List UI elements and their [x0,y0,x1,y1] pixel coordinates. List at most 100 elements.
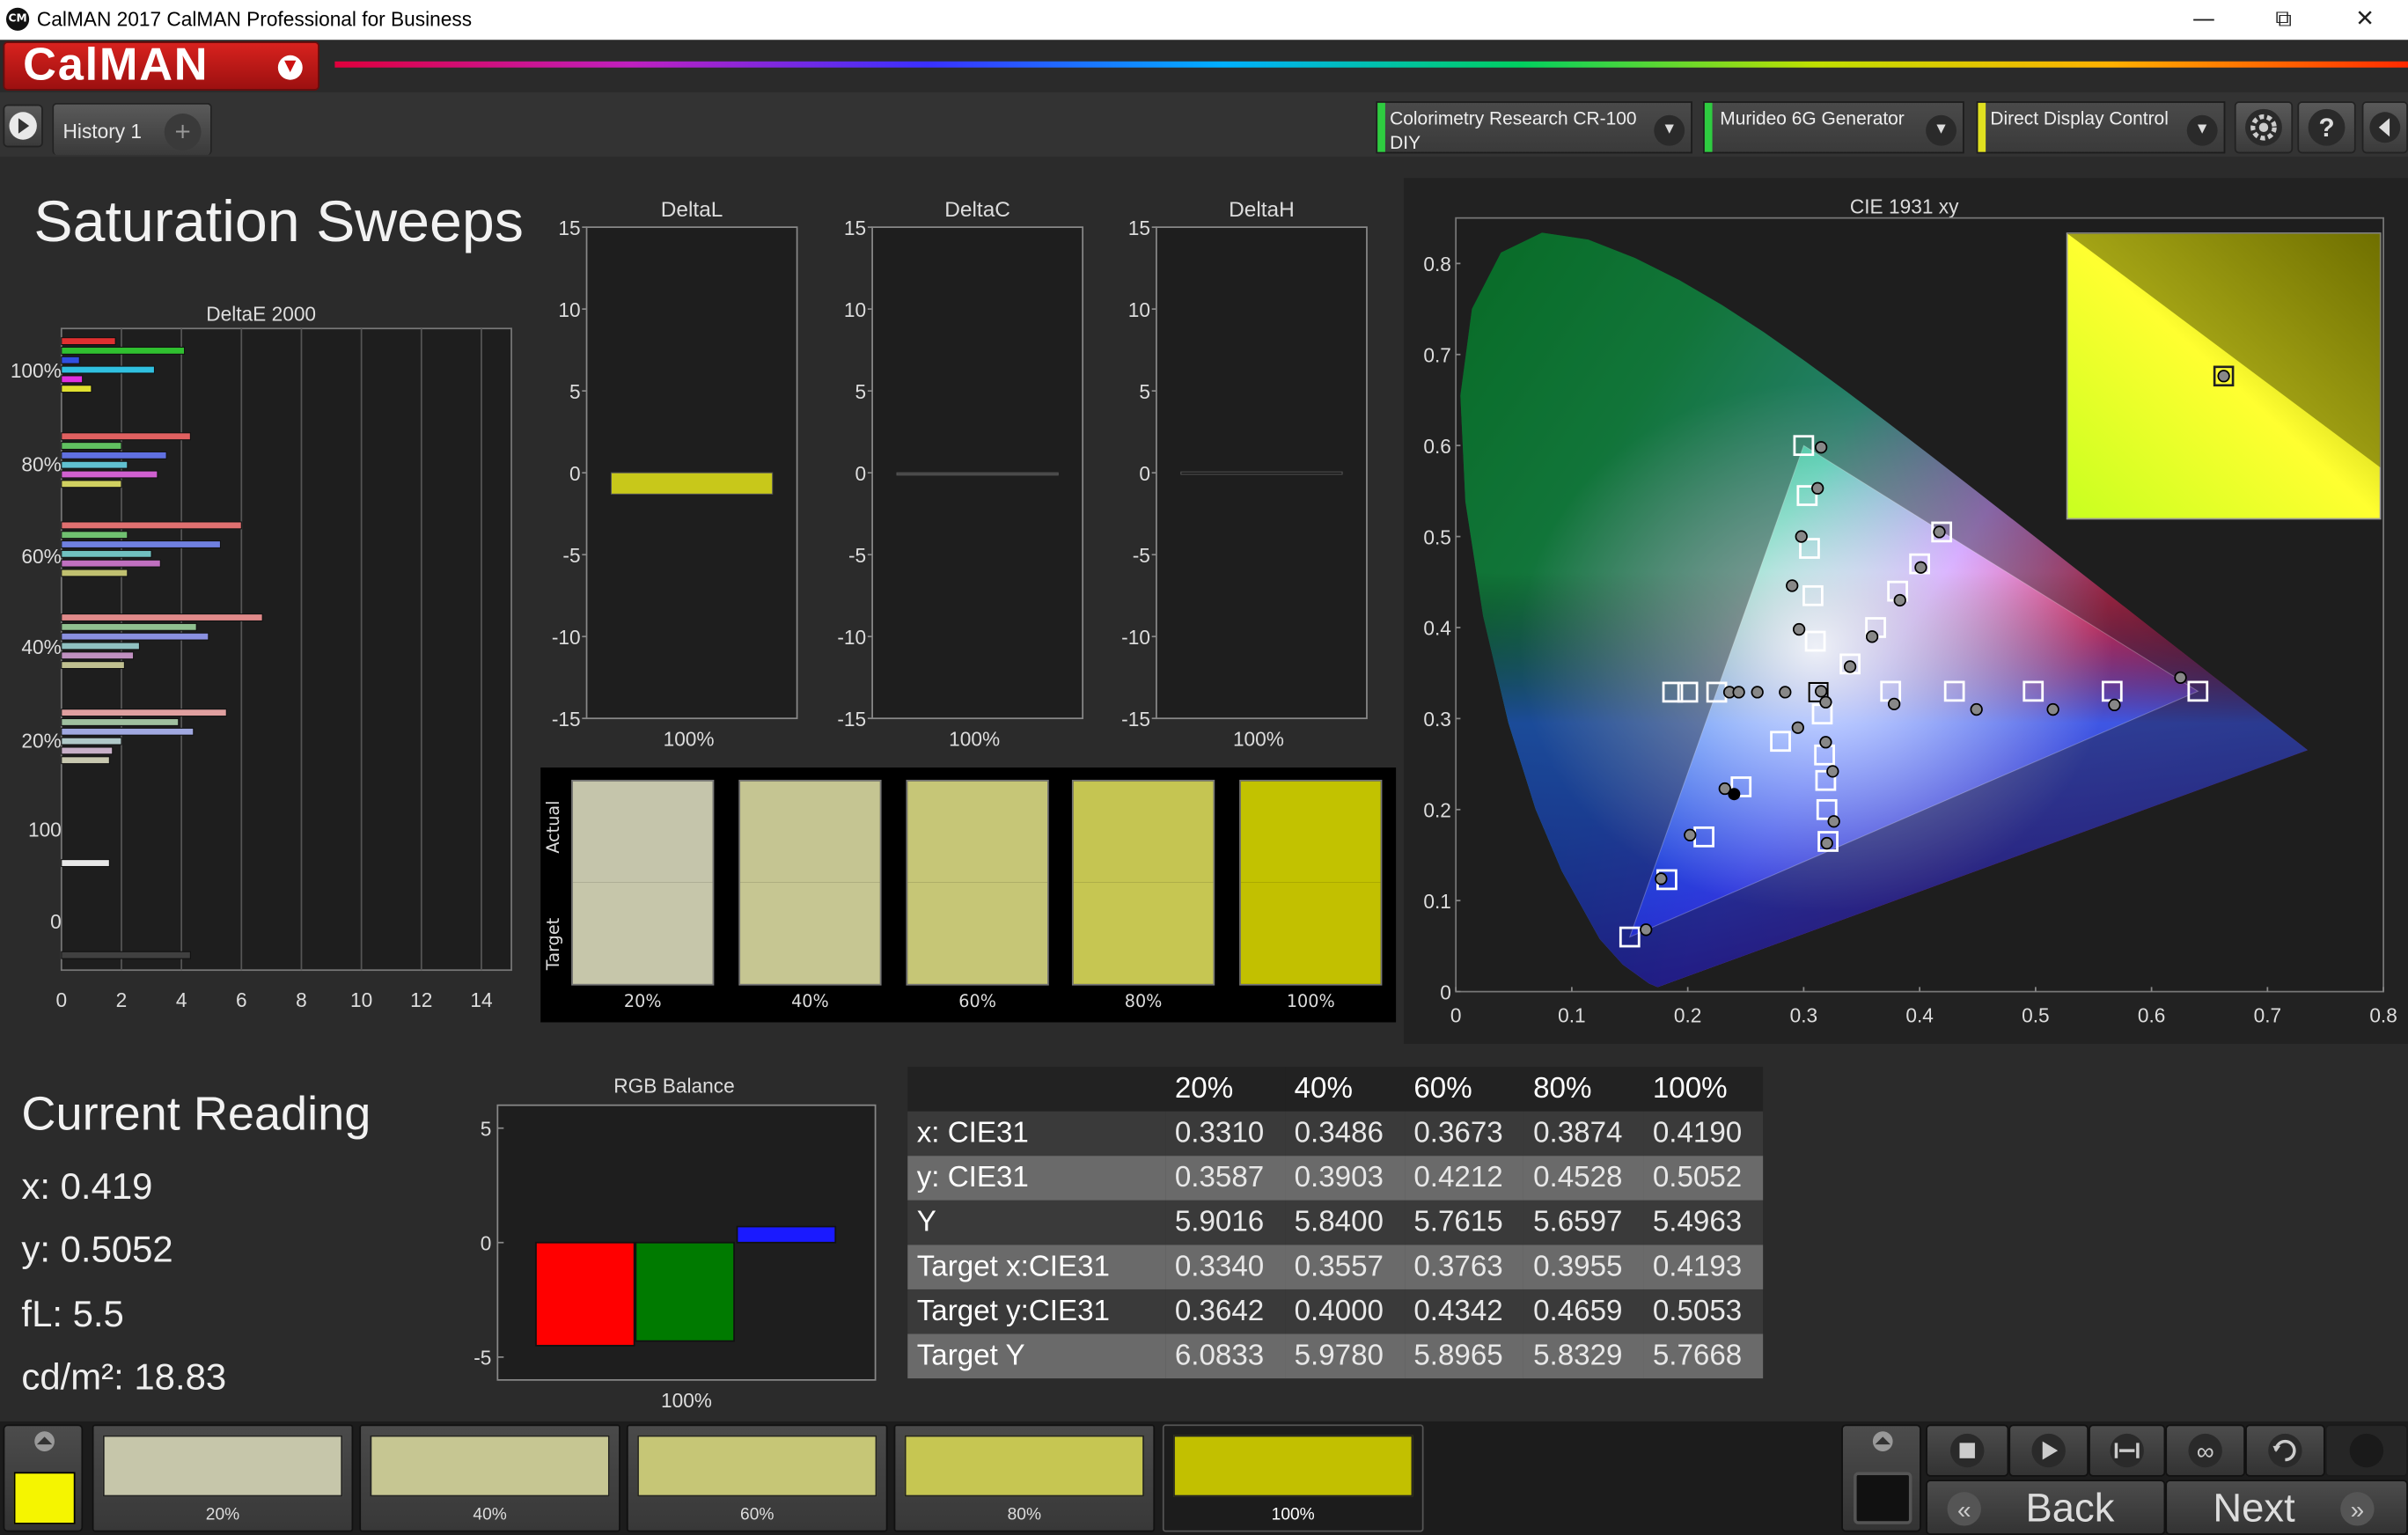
minimize-icon[interactable]: — [2181,4,2227,32]
play-button[interactable] [2008,1424,2089,1477]
actual-swatch [1073,781,1214,883]
deltae-chart: 0 2 4 6 8 10 12 14 100% 80% 60% 40% 20% 100 0 [11,327,512,1011]
deltae-bar [61,746,114,755]
delta-y-tick: 5 [1139,380,1150,403]
table-row: Y 5.9016 5.8400 5.7615 5.6597 5.4963 [907,1200,1764,1245]
record-button[interactable] [2324,1424,2408,1477]
target-swatch [907,882,1048,984]
table-cell: 0.3673 [1404,1111,1524,1157]
range-button[interactable] [2089,1424,2166,1477]
chevron-down-icon: ▼ [1654,114,1685,146]
stop-icon [1950,1433,1985,1468]
window-titlebar: CM CalMAN 2017 CalMAN Professional for B… [0,0,2408,40]
target-label: Target [543,917,564,971]
chevron-down-icon: ▼ [1926,114,1957,146]
table-cell: 0.3903 [1285,1156,1405,1201]
loop-button[interactable]: ∞ [2165,1424,2246,1477]
deltae-y-tick: 100% [11,359,62,382]
deltae-bar [61,632,209,641]
refresh-button[interactable] [2245,1424,2325,1477]
close-icon[interactable]: ✕ [2342,4,2388,32]
tab-history-1[interactable]: History 1 + [52,102,212,156]
delta-category: 100% [949,728,1000,751]
cie-measured-point [1819,736,1832,749]
help-icon: ? [2308,108,2346,146]
delta-y-tick: -10 [837,626,866,649]
table-cell: 0.3310 [1165,1111,1286,1157]
current-swatch-panel[interactable] [3,1424,84,1532]
deltae-x-tick: 2 [116,988,128,1011]
deltae-bar [61,951,191,959]
point-swatch-button[interactable]: 20% [92,1424,354,1532]
chevron-down-icon: ▼ [2186,114,2218,146]
deltae-bar [61,442,122,450]
add-tab-icon[interactable]: + [164,114,202,151]
rgb-bar [736,1225,837,1244]
point-swatch-button[interactable]: 100% [1162,1424,1424,1532]
device-status-indicator [1978,102,1986,152]
table-cell: 0.3642 [1165,1289,1286,1334]
deltae-y-tick: 0 [50,910,62,933]
swatch-compare-label: 20% [623,991,662,1012]
cie-measured-point [1751,686,1764,699]
cie-measured-point [1684,828,1697,841]
table-cell: 0.4000 [1285,1289,1405,1334]
deltae-bar [61,756,110,765]
table-cell: 0.3955 [1523,1245,1644,1289]
restore-icon[interactable]: ⧉ [2260,4,2306,32]
swatch-compare-item [738,779,882,986]
current-reading-title: Current Reading [21,1086,371,1141]
deltae-bar [61,569,128,577]
deltae-bar [61,651,135,660]
table-row-label: Target y:CIE31 [907,1289,1166,1334]
back-label: Back [2025,1484,2115,1531]
point-swatch-button[interactable]: 80% [893,1424,1156,1532]
rgb-category: 100% [661,1389,712,1412]
meter-toggle-panel[interactable] [1841,1424,1921,1532]
swatch-compare-item [1071,779,1215,986]
collapse-panel-button[interactable] [2361,101,2408,154]
play-left-icon [2369,112,2401,143]
delta-y-tick: -5 [562,544,580,567]
svg-text:?: ? [2318,114,2334,143]
double-chevron-left-icon: « [1947,1492,1981,1526]
table-row-label: y: CIE31 [907,1156,1166,1201]
record-icon [2349,1433,2384,1468]
cie-x-tick: 0 [1450,1004,1462,1027]
point-swatch-button[interactable]: 60% [626,1424,888,1532]
point-swatch-color [370,1435,610,1497]
expand-panel-button[interactable] [3,104,43,148]
deltae-x-tick: 8 [296,988,307,1011]
device-colorimeter[interactable]: Colorimetry Research CR-100 DIY ▼ [1376,101,1692,154]
svg-text:«: « [1957,1496,1971,1524]
delta-bar [610,472,774,495]
back-button[interactable]: « Back [1926,1480,2166,1535]
delta-bar [1180,471,1343,475]
stop-button[interactable] [1926,1424,2009,1477]
settings-button[interactable] [2234,101,2294,154]
actual-swatch [740,781,880,883]
actual-label-wrap: Actual [540,792,568,854]
cie-diagram: 0 0.1 0.2 0.3 0.4 0.5 0.6 0.7 0.8 0 0.1 0.2 0.3 0.4 0.… [1423,217,2397,1027]
table-row-label: Y [907,1200,1166,1245]
table-cell: 0.3340 [1165,1245,1286,1289]
infinity-icon: ∞ [2188,1433,2222,1468]
device-generator[interactable]: Murideo 6G Generator ▼ [1703,101,1964,154]
deltae-bar [61,356,80,364]
cie-measured-point [1865,630,1879,643]
table-cell: 0.3486 [1285,1111,1405,1157]
point-swatch-button[interactable]: 40% [359,1424,620,1532]
help-button[interactable]: ? [2297,101,2356,154]
device-display-control[interactable]: Direct Display Control ▼ [1976,101,2226,154]
cie-measured-point [1640,923,1653,936]
next-button[interactable]: Next » [2165,1480,2408,1535]
deltae-bar [61,718,180,726]
table-cell: 0.4528 [1523,1156,1644,1201]
delta-y-tick: 0 [569,462,581,485]
delta-y-tick: -10 [552,626,581,649]
table-column-header: 40% [1285,1067,1405,1112]
table-header-row: 20% 40% 60% 80% 100% [907,1067,1764,1112]
deltae-bar [61,375,84,384]
calman-logo-button[interactable]: CalMAN ▼ [3,40,319,91]
delta-y-tick: 15 [558,217,580,239]
